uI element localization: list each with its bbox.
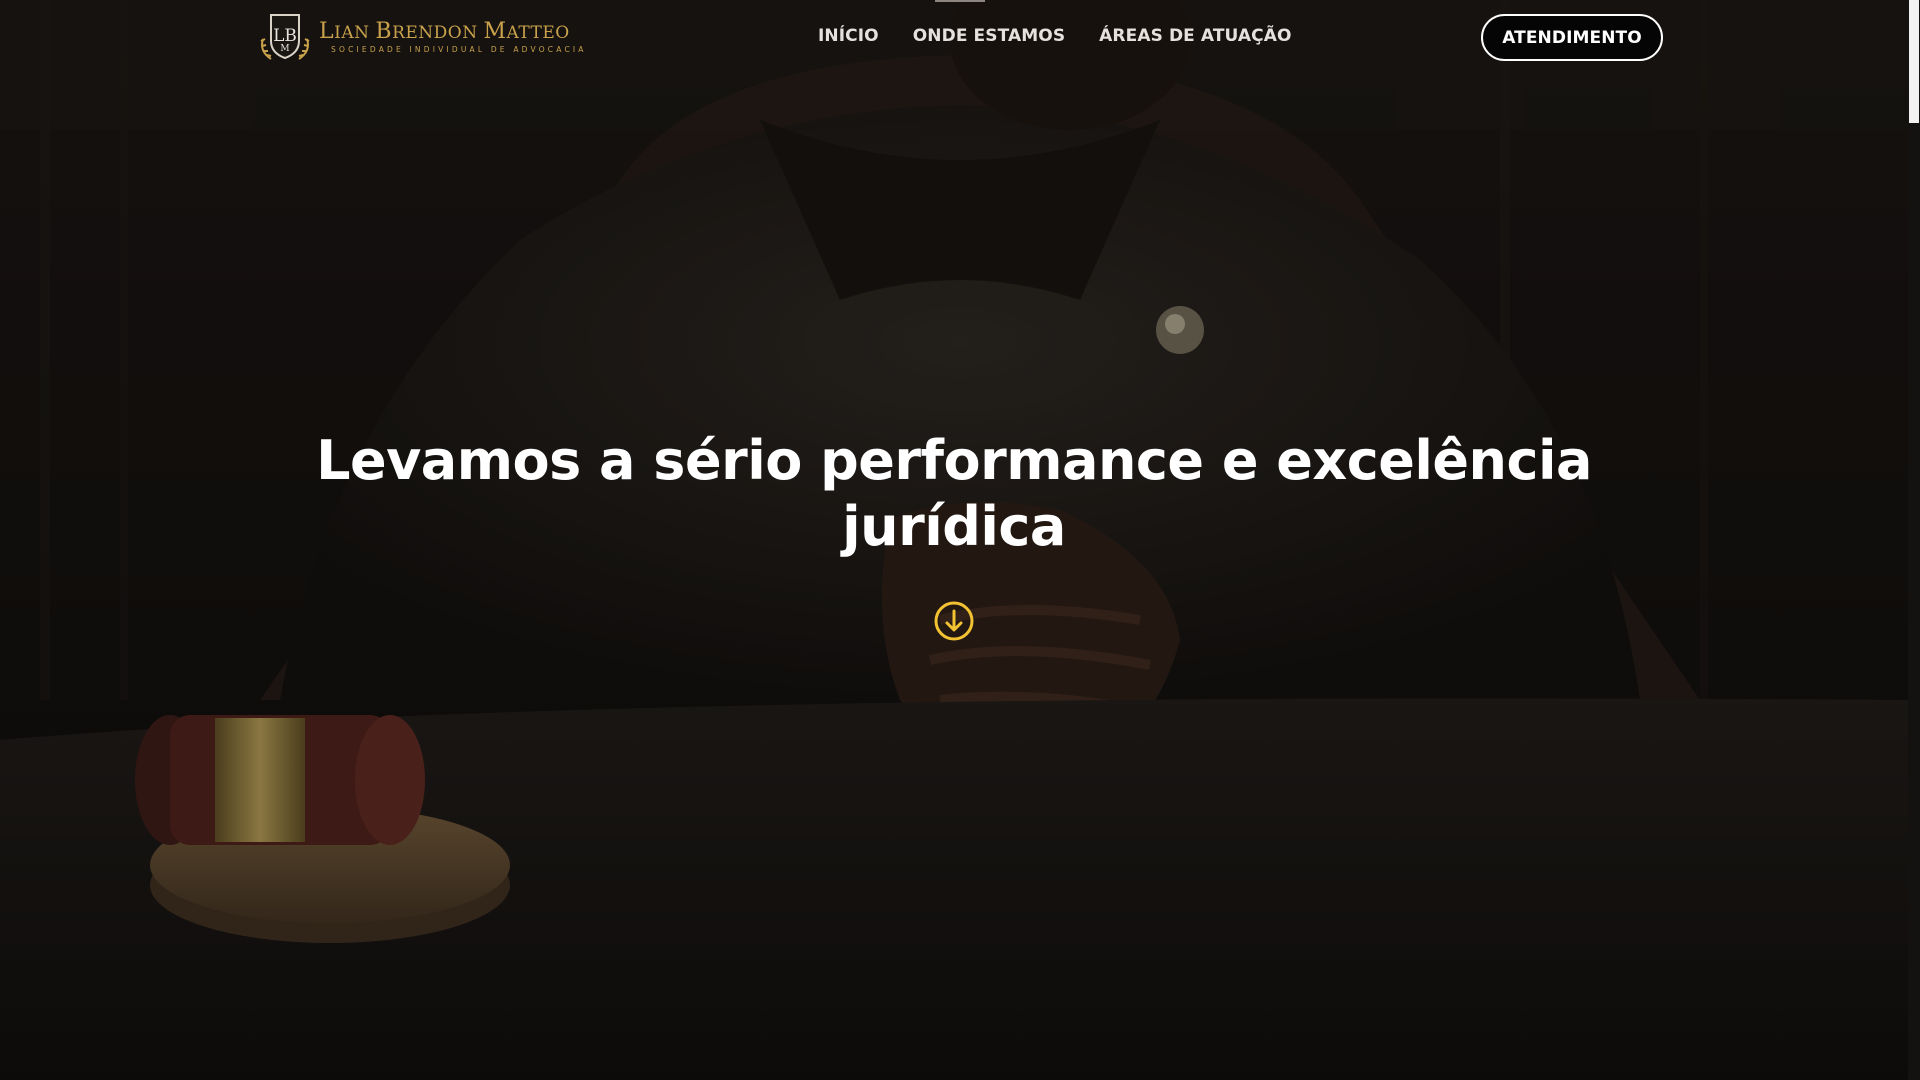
page: LB M LIAN BRENDON MATTEO SOCIEDADE INDIV… xyxy=(0,0,1920,1080)
svg-text:M: M xyxy=(280,44,289,54)
main-nav: INÍCIO ONDE ESTAMOS ÁREAS DE ATUAÇÃO xyxy=(818,26,1326,46)
headline-text-2: e xyxy=(1221,429,1259,492)
site-header: LB M LIAN BRENDON MATTEO SOCIEDADE INDIV… xyxy=(0,0,1908,80)
brand-name: LIAN BRENDON MATTEO xyxy=(319,18,570,44)
svg-text:LB: LB xyxy=(273,26,297,46)
hero-headline: Levamos a sério performance e excelência… xyxy=(290,428,1618,560)
scroll-down-button[interactable] xyxy=(934,601,974,641)
nav-active-indicator xyxy=(935,0,985,2)
headline-bold-juridica: jurídica xyxy=(842,495,1066,558)
headline-bold-excelencia: excelência xyxy=(1276,429,1592,492)
headline-bold-performance: performance xyxy=(820,429,1204,492)
headline-text-1: Levamos a sério xyxy=(316,429,802,492)
scrollbar[interactable] xyxy=(1908,0,1920,1080)
nav-item-onde-estamos[interactable]: ONDE ESTAMOS xyxy=(913,26,1065,46)
nav-item-areas-de-atuacao[interactable]: ÁREAS DE ATUAÇÃO xyxy=(1099,26,1291,46)
brand-crest-icon: LB M xyxy=(260,14,310,60)
arrow-down-circle-icon xyxy=(934,601,974,641)
brand-logo-link[interactable]: LB M LIAN BRENDON MATTEO SOCIEDADE INDIV… xyxy=(255,11,587,63)
brand-subtitle: SOCIEDADE INDIVIDUAL DE ADVOCACIA xyxy=(331,44,587,54)
atendimento-button[interactable]: ATENDIMENTO xyxy=(1481,14,1663,61)
nav-item-inicio[interactable]: INÍCIO xyxy=(818,26,879,46)
scrollbar-thumb[interactable] xyxy=(1909,0,1919,123)
